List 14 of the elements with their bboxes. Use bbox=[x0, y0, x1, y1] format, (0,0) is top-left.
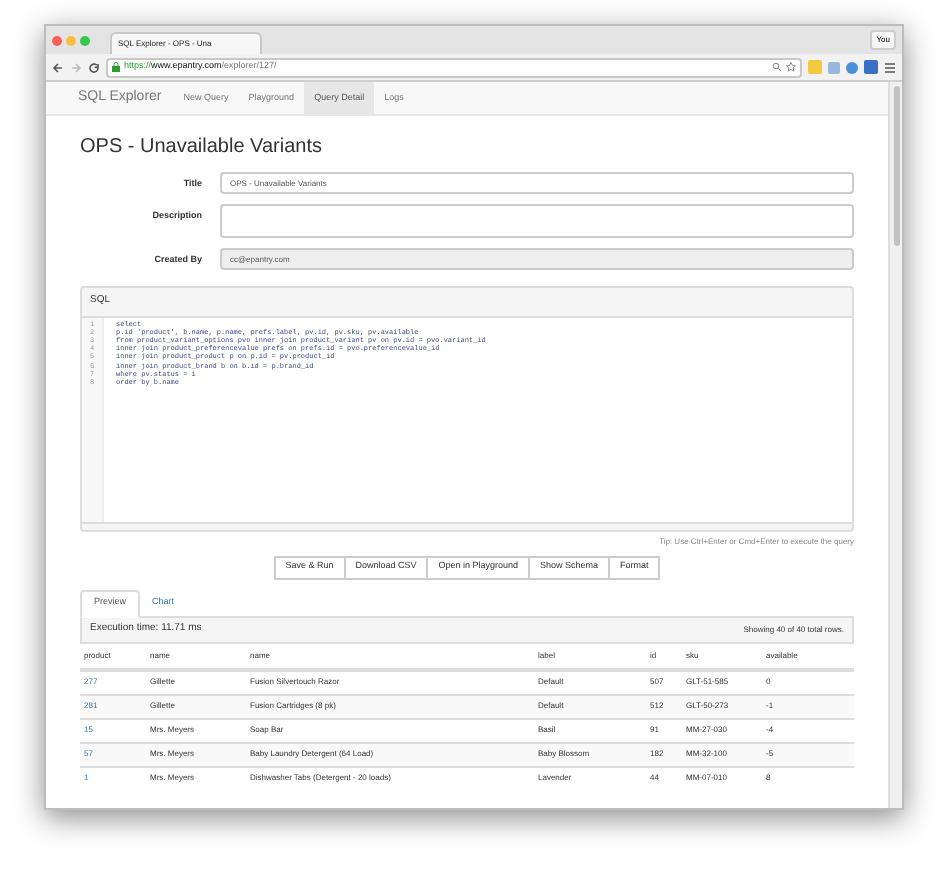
lock-icon bbox=[112, 62, 120, 72]
scrollbar[interactable] bbox=[888, 82, 902, 808]
reload-icon[interactable] bbox=[88, 61, 100, 73]
forward-icon[interactable] bbox=[70, 61, 82, 73]
code-editor[interactable] bbox=[82, 315, 852, 523]
menu-icon[interactable] bbox=[884, 61, 896, 73]
page-heading: OPS - Unavailable Variants bbox=[80, 138, 324, 158]
zoom-window-icon[interactable] bbox=[80, 35, 90, 45]
minimize-window-icon[interactable] bbox=[66, 35, 76, 45]
back-icon[interactable] bbox=[52, 61, 64, 73]
description-field[interactable] bbox=[220, 204, 854, 238]
search-icon[interactable] bbox=[772, 62, 782, 72]
star-icon[interactable] bbox=[786, 62, 796, 72]
close-window-icon[interactable] bbox=[52, 35, 62, 45]
